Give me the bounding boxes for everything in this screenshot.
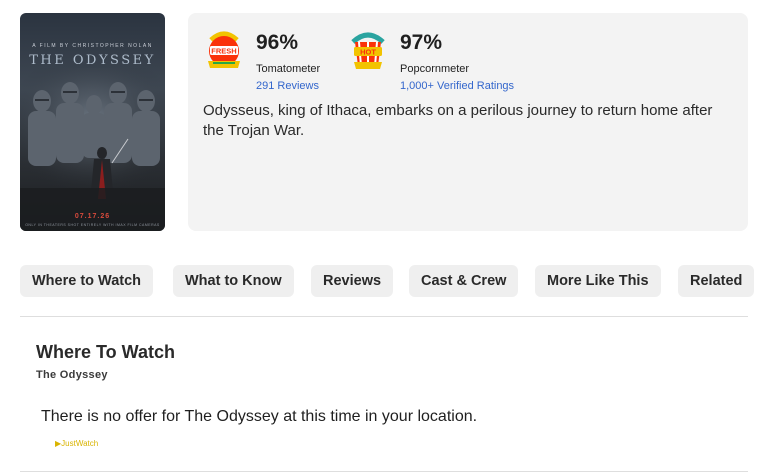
- popcornmeter-ratings-link[interactable]: 1,000+ Verified Ratings: [400, 80, 514, 92]
- where-to-watch-movie-title: The Odyssey: [36, 369, 108, 381]
- where-to-watch-heading: Where To Watch: [36, 342, 175, 362]
- movie-synopsis: Odysseus, king of Ithaca, embarks on a p…: [203, 102, 713, 139]
- section-divider: [20, 316, 748, 317]
- justwatch-attribution[interactable]: ▶JustWatch: [55, 439, 98, 448]
- no-offer-message: There is no offer for The Odyssey at thi…: [41, 408, 478, 425]
- section-tabs: Where to Watch What to Know Reviews Cast…: [20, 265, 771, 297]
- justwatch-label: JustWatch: [61, 439, 99, 448]
- svg-text:FRESH: FRESH: [211, 46, 236, 55]
- section-divider-bottom: [20, 471, 748, 472]
- tab-related[interactable]: Related: [678, 265, 755, 297]
- verified-hot-icon: HOT: [351, 32, 385, 69]
- poster-credit: A FILM BY CHRISTOPHER NOLAN: [32, 43, 153, 49]
- svg-text:HOT: HOT: [360, 47, 376, 56]
- popcornmeter-value: 97%: [400, 31, 443, 54]
- tomatometer-value: 96%: [256, 31, 299, 54]
- tab-cast-and-crew[interactable]: Cast & Crew: [409, 265, 519, 297]
- poster-release-date: 07.17.26: [74, 213, 111, 220]
- tomatometer-label: Tomatometer: [256, 63, 321, 75]
- score-panel: FRESH 96% Tomatometer 291 Reviews HOT 97…: [188, 13, 748, 231]
- movie-poster[interactable]: A FILM BY CHRISTOPHER NOLAN THE ODYSSEY …: [20, 13, 165, 231]
- tab-reviews[interactable]: Reviews: [311, 265, 394, 297]
- tab-what-to-know[interactable]: What to Know: [173, 265, 294, 297]
- tomatometer-reviews-link[interactable]: 291 Reviews: [256, 80, 319, 92]
- poster-tagline: ONLY IN THEATERS SHOT ENTIRELY WITH IMAX…: [25, 223, 160, 227]
- popcornmeter-label: Popcornmeter: [400, 63, 470, 75]
- tab-more-like-this[interactable]: More Like This: [535, 265, 661, 297]
- certified-fresh-icon: FRESH: [208, 31, 240, 68]
- poster-title: THE ODYSSEY: [29, 53, 156, 68]
- tab-where-to-watch[interactable]: Where to Watch: [20, 265, 154, 297]
